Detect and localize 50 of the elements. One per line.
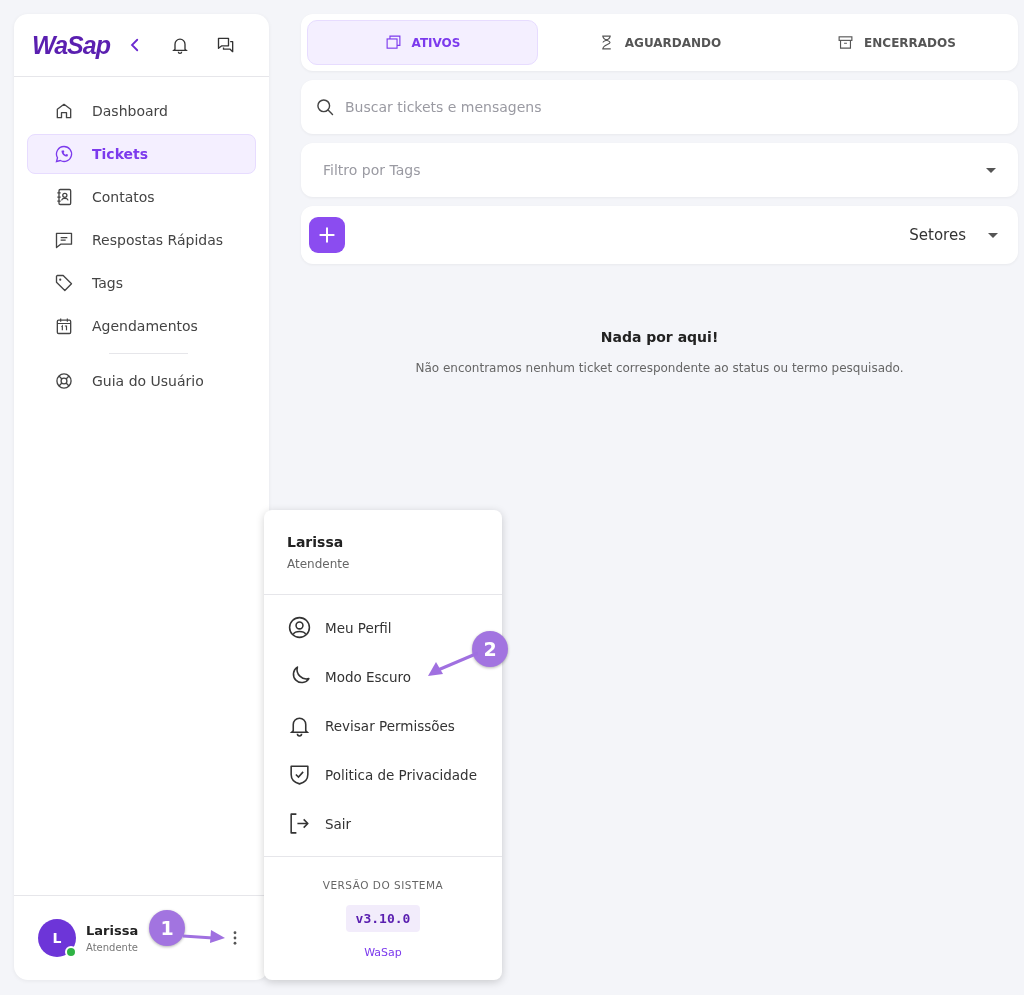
- brand-link[interactable]: WaSap: [364, 945, 402, 959]
- nav-item[interactable]: Contatos: [27, 177, 256, 217]
- user-name: Larissa: [86, 923, 139, 938]
- chat-bubbles-icon[interactable]: [215, 35, 236, 55]
- version-label: VERSÃO DO SISTEMA: [322, 878, 444, 891]
- menu-item[interactable]: Modo Escuro: [264, 652, 435, 701]
- status-tab[interactable]: ENCERRADOS: [781, 20, 1012, 65]
- stacked-squares-icon: [384, 34, 402, 51]
- tag-icon: [54, 273, 74, 293]
- caret-icon: [986, 167, 996, 173]
- menu-item[interactable]: Politica de Privacidade: [264, 750, 500, 799]
- contact-book-icon: [54, 187, 74, 207]
- nav-item[interactable]: Dashboard: [27, 91, 256, 131]
- nav-item[interactable]: Guia do Usuário: [27, 361, 256, 401]
- menu-item[interactable]: Meu Perfil: [264, 603, 415, 652]
- status-tab[interactable]: ATIVOS: [307, 20, 538, 65]
- menu-item[interactable]: Revisar Permissões: [264, 701, 478, 750]
- menu-user-name: Larissa: [287, 533, 345, 550]
- status-tab[interactable]: AGUARDANDO: [544, 20, 775, 65]
- search-field[interactable]: Buscar tickets e mensagens: [301, 80, 1018, 134]
- avatar: L: [38, 919, 76, 957]
- callout-arrow: [428, 651, 478, 677]
- phone-bubble-icon: [54, 144, 74, 164]
- calendar-icon: [54, 316, 74, 336]
- callout-arrow: [183, 928, 225, 944]
- search-field[interactable]: Buscar tickets e mensagens: [343, 98, 1004, 116]
- lifebuoy-icon: [54, 371, 74, 391]
- empty-state-message: Não encontramos nenhum ticket correspondente ao status ou termo pesquisado.: [415, 361, 904, 375]
- empty-state-title: Nada por aqui!: [600, 329, 719, 345]
- archive-box-icon: [837, 34, 855, 51]
- more-options-icon[interactable]: [233, 931, 237, 945]
- nav-item[interactable]: Tickets: [27, 134, 256, 174]
- add-button[interactable]: [309, 217, 345, 253]
- nav-item[interactable]: Tags: [27, 263, 256, 303]
- logo[interactable]: WaSap: [32, 30, 110, 60]
- shield-check-icon: [287, 762, 312, 787]
- user-circle-icon: [287, 615, 312, 640]
- message-icon: [54, 230, 74, 250]
- search-icon: [315, 97, 335, 117]
- menu-item[interactable]: Sair: [264, 799, 375, 848]
- menu-user-role: Atendente: [287, 556, 351, 571]
- home-icon: [54, 101, 74, 121]
- nav-item[interactable]: Respostas Rápidas: [27, 220, 256, 260]
- sectors-dropdown[interactable]: Setores: [909, 226, 998, 244]
- logout-icon: [287, 811, 312, 836]
- user-role: Atendente: [86, 942, 139, 953]
- caret-icon: [988, 232, 998, 238]
- plus-icon: [317, 225, 337, 245]
- nav-item[interactable]: Agendamentos: [27, 306, 256, 346]
- version-badge: v3.10.0: [345, 904, 421, 932]
